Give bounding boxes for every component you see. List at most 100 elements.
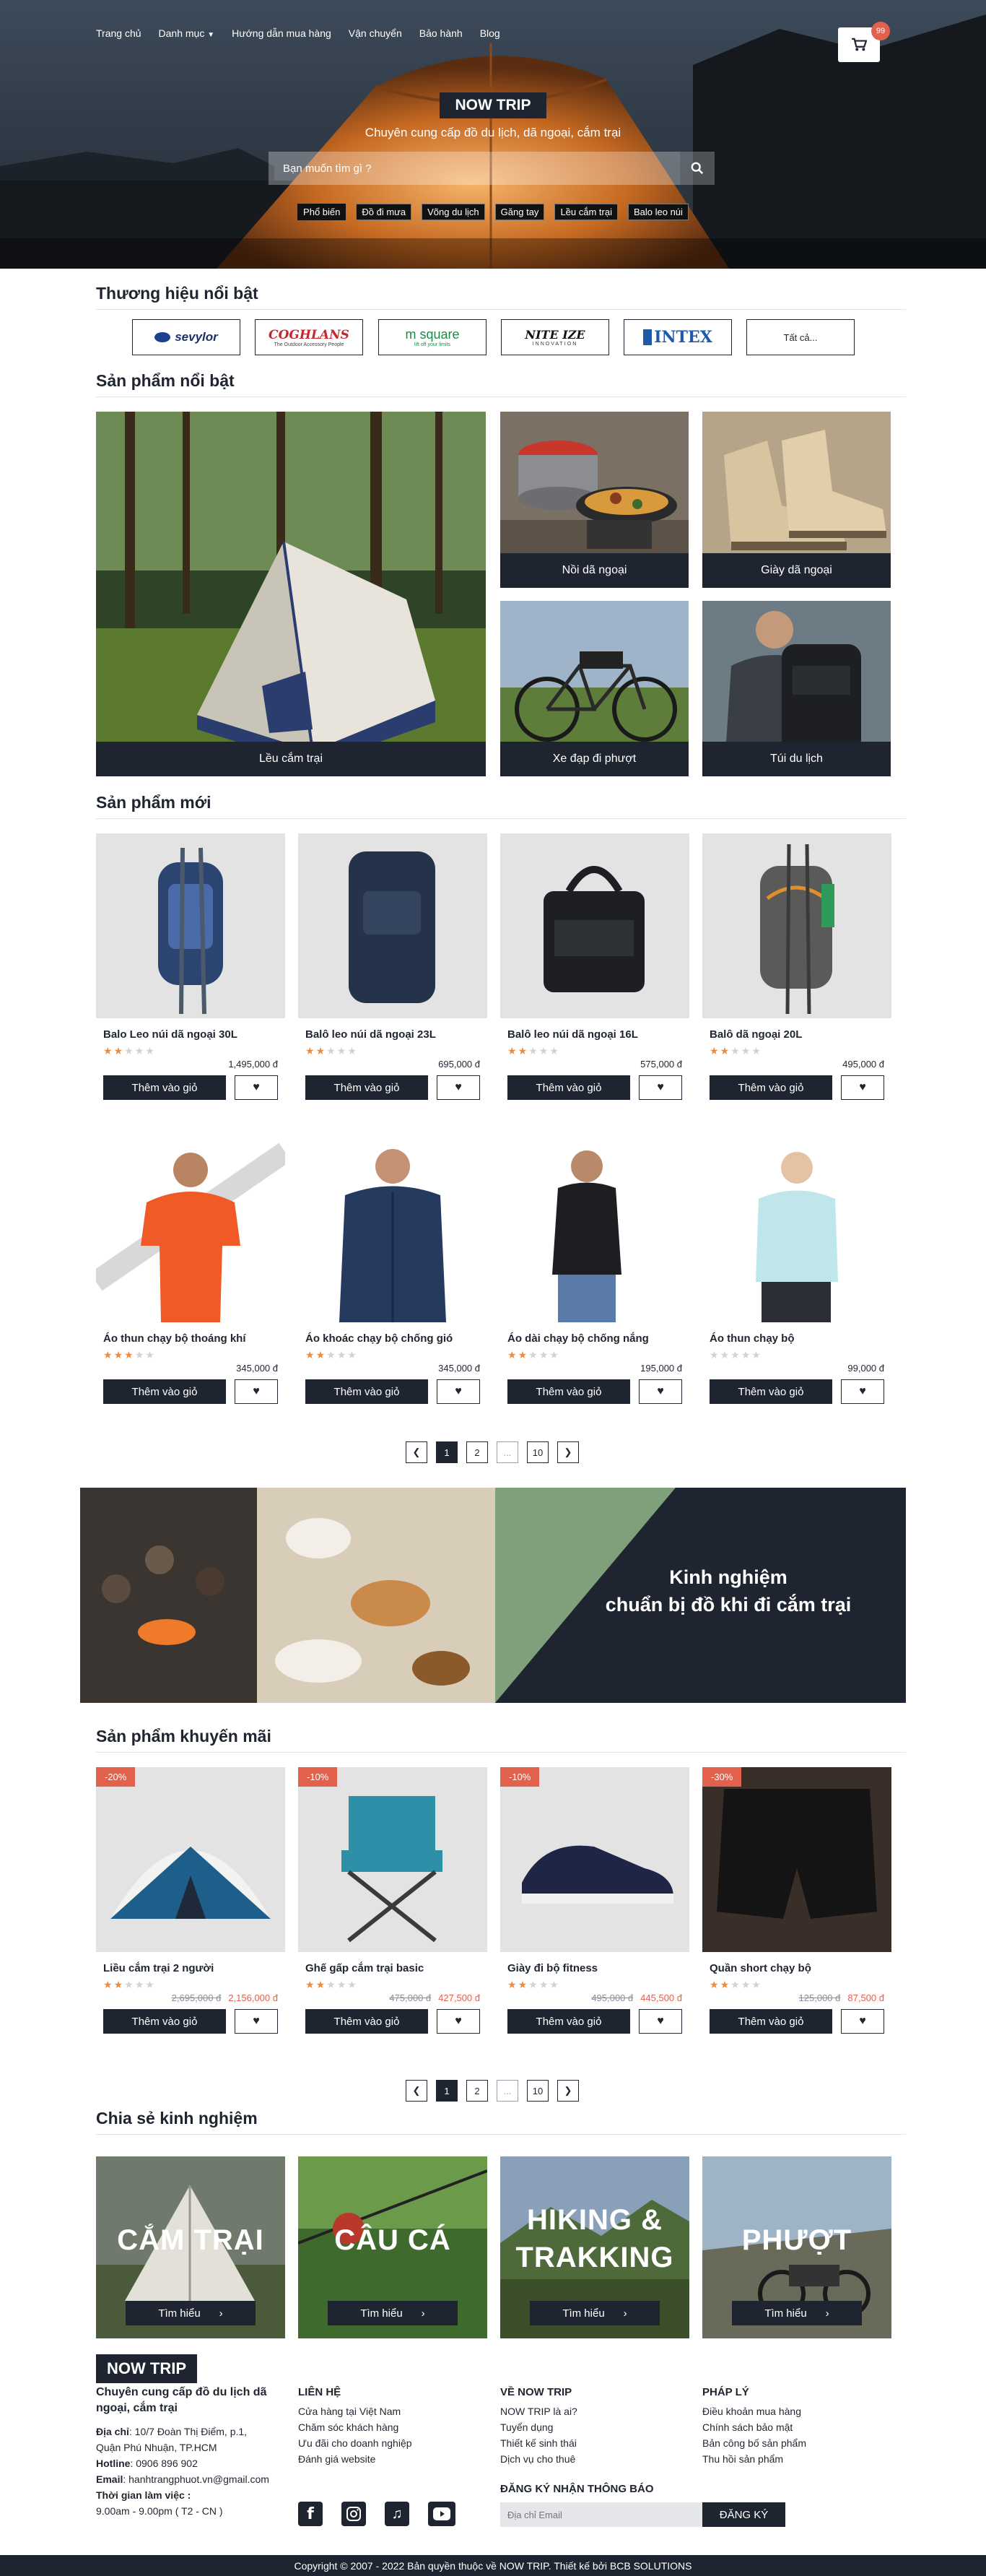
subscribe-email-input[interactable] <box>500 2502 702 2527</box>
product-image[interactable] <box>96 833 285 1018</box>
camping-tips-banner[interactable]: Kinh nghiệm chuẩn bị đồ khi đi cắm trại <box>80 1488 906 1703</box>
tag-camping-tent[interactable]: Lều cắm trại <box>554 204 618 220</box>
wishlist-button[interactable]: ♥ <box>841 2009 884 2034</box>
tag-gloves[interactable]: Găng tay <box>494 204 545 220</box>
product-card[interactable]: Áo thun chạy bộ thoáng khí ★★★★★ 345,000 đ… <box>96 1137 285 1404</box>
subscribe-button[interactable]: ĐĂNG KÝ <box>702 2502 785 2527</box>
experience-card-fishing[interactable]: CÂU CÁ Tìm hiểu › <box>298 2156 487 2338</box>
add-to-cart-button[interactable]: Thêm vào giỏ <box>710 1379 832 1404</box>
instagram-button[interactable] <box>341 2502 366 2526</box>
product-card[interactable]: -20% Liều cắm trại 2 người ★★★★★ 2,695,000 … <box>96 1767 285 2034</box>
wishlist-button[interactable]: ♥ <box>437 1379 480 1404</box>
prev-page-button[interactable]: ❮ <box>406 2080 427 2102</box>
wishlist-button[interactable]: ♥ <box>437 2009 480 2034</box>
product-image[interactable] <box>96 1137 285 1322</box>
add-to-cart-button[interactable]: Thêm vào giỏ <box>103 1075 226 1100</box>
page-1-button[interactable]: 1 <box>436 2080 458 2102</box>
footer-link[interactable]: NOW TRIP là ai? <box>500 2403 577 2419</box>
add-to-cart-button[interactable]: Thêm vào giỏ <box>305 1075 428 1100</box>
product-card[interactable]: Balo Leo núi dã ngoại 30L ★★★★★ 1,495,000 … <box>96 833 285 1100</box>
product-card[interactable]: Balô leo núi dã ngoại 23L ★★★★★ 695,000 đT… <box>298 833 487 1100</box>
page-10-button[interactable]: 10 <box>527 1441 549 1463</box>
brand-msquare[interactable]: m square lift off your limits <box>378 319 487 355</box>
footer-link[interactable]: Cửa hàng tại Việt Nam <box>298 2403 412 2419</box>
footer-link[interactable]: Điều khoản mua hàng <box>702 2403 806 2419</box>
product-image[interactable] <box>702 833 891 1018</box>
featured-tile-boots[interactable]: Giày dã ngoại <box>702 412 891 588</box>
page-2-button[interactable]: 2 <box>466 1441 488 1463</box>
add-to-cart-button[interactable]: Thêm vào giỏ <box>710 1075 832 1100</box>
product-image[interactable]: -10% <box>500 1767 689 1952</box>
featured-tile-bags[interactable]: Túi du lịch <box>702 601 891 776</box>
brand-sevylor[interactable]: sevylor <box>132 319 240 355</box>
experience-card-camping[interactable]: CẮM TRẠI Tìm hiểu › <box>96 2156 285 2338</box>
wishlist-button[interactable]: ♥ <box>235 1379 278 1404</box>
page-1-button[interactable]: 1 <box>436 1441 458 1463</box>
product-image[interactable] <box>500 1137 689 1322</box>
product-name[interactable]: Áo dài chạy bộ chống nắng <box>500 1332 689 1345</box>
product-card[interactable]: -10% Ghế gấp cắm trại basic ★★★★★ 475,000 đ… <box>298 1767 487 2034</box>
product-card[interactable]: -30% Quần short chạy bộ ★★★★★ 125,000 đ 87,5… <box>702 1767 891 2034</box>
footer-link[interactable]: Chính sách bảo mật <box>702 2419 806 2435</box>
product-name[interactable]: Giày đi bộ fitness <box>500 1962 689 1974</box>
product-image[interactable] <box>298 1137 487 1322</box>
footer-link[interactable]: Ưu đãi cho doanh nghiệp <box>298 2435 412 2451</box>
tag-hammock[interactable]: Võng du lịch <box>422 204 485 220</box>
product-name[interactable]: Ghế gấp cắm trại basic <box>298 1962 487 1974</box>
product-name[interactable]: Balô leo núi dã ngoại 16L <box>500 1028 689 1041</box>
add-to-cart-button[interactable]: Thêm vào giỏ <box>103 2009 226 2034</box>
add-to-cart-button[interactable]: Thêm vào giỏ <box>710 2009 832 2034</box>
product-card[interactable]: Balô dã ngoại 20L ★★★★★ 495,000 đ Thêm vào … <box>702 833 891 1100</box>
product-image[interactable]: -20% <box>96 1767 285 1952</box>
product-image[interactable]: -30% <box>702 1767 891 1952</box>
wishlist-button[interactable]: ♥ <box>639 1379 682 1404</box>
page-10-button[interactable]: 10 <box>527 2080 549 2102</box>
product-image[interactable] <box>500 833 689 1018</box>
facebook-button[interactable]: f <box>298 2502 323 2526</box>
footer-link[interactable]: Đánh giá website <box>298 2451 412 2467</box>
wishlist-button[interactable]: ♥ <box>841 1075 884 1100</box>
experience-card-roadtrip[interactable]: PHƯỢT Tìm hiểu › <box>702 2156 891 2338</box>
add-to-cart-button[interactable]: Thêm vào giỏ <box>103 1379 226 1404</box>
product-image[interactable] <box>298 833 487 1018</box>
footer-link[interactable]: Chăm sóc khách hàng <box>298 2419 412 2435</box>
nav-blog[interactable]: Blog <box>480 27 500 39</box>
nav-shipping[interactable]: Vận chuyển <box>349 27 402 39</box>
add-to-cart-button[interactable]: Thêm vào giỏ <box>305 2009 428 2034</box>
product-image[interactable] <box>702 1137 891 1322</box>
brand-intex[interactable]: INTEX <box>624 319 732 355</box>
wishlist-button[interactable]: ♥ <box>841 1379 884 1404</box>
tag-rainwear[interactable]: Đồ đi mưa <box>356 204 412 220</box>
product-card[interactable]: -10% Giày đi bộ fitness ★★★★★ 495,000 đ 445,… <box>500 1767 689 2034</box>
wishlist-button[interactable]: ♥ <box>639 2009 682 2034</box>
youtube-button[interactable] <box>428 2502 455 2526</box>
featured-tile-cookware[interactable]: Nồi dã ngoại <box>500 412 689 588</box>
product-image[interactable]: -10% <box>298 1767 487 1952</box>
learn-more-button[interactable]: Tìm hiểu › <box>328 2301 458 2325</box>
product-card[interactable]: Áo dài chạy bộ chống nắng ★★★★★ 195,000 đT… <box>500 1137 689 1404</box>
brand-all-button[interactable]: Tất cả... <box>746 319 855 355</box>
tag-hiking-backpack[interactable]: Balo leo núi <box>627 204 689 220</box>
product-card[interactable]: Áo thun chạy bộ ★★★★★ 99,000 đ Thêm vào giỏ… <box>702 1137 891 1404</box>
next-page-button[interactable]: ❯ <box>557 2080 579 2102</box>
learn-more-button[interactable]: Tìm hiểu › <box>732 2301 862 2325</box>
brand-niteize[interactable]: NITE IZE INNOVATION <box>501 319 609 355</box>
search-input[interactable] <box>269 152 680 185</box>
add-to-cart-button[interactable]: Thêm vào giỏ <box>507 1379 630 1404</box>
add-to-cart-button[interactable]: Thêm vào giỏ <box>507 1075 630 1100</box>
product-name[interactable]: Balo Leo núi dã ngoại 30L <box>96 1028 285 1041</box>
product-name[interactable]: Áo thun chạy bộ thoáng khí <box>96 1332 285 1345</box>
footer-link[interactable]: Tuyển dụng <box>500 2419 577 2435</box>
product-card[interactable]: Balô leo núi dã ngoại 16L ★★★★★ 575,000 đT… <box>500 833 689 1100</box>
wishlist-button[interactable]: ♥ <box>235 1075 278 1100</box>
wishlist-button[interactable]: ♥ <box>437 1075 480 1100</box>
featured-tile-tent[interactable]: Lều cắm trại <box>96 412 486 776</box>
product-name[interactable]: Áo thun chạy bộ <box>702 1332 891 1345</box>
footer-link[interactable]: Dịch vụ cho thuê <box>500 2451 577 2467</box>
page-2-button[interactable]: 2 <box>466 2080 488 2102</box>
next-page-button[interactable]: ❯ <box>557 1441 579 1463</box>
footer-link[interactable]: Thiết kế sinh thái <box>500 2435 577 2451</box>
product-name[interactable]: Balô dã ngoại 20L <box>702 1028 891 1041</box>
wishlist-button[interactable]: ♥ <box>235 2009 278 2034</box>
footer-link[interactable]: Bản công bố sản phẩm <box>702 2435 806 2451</box>
